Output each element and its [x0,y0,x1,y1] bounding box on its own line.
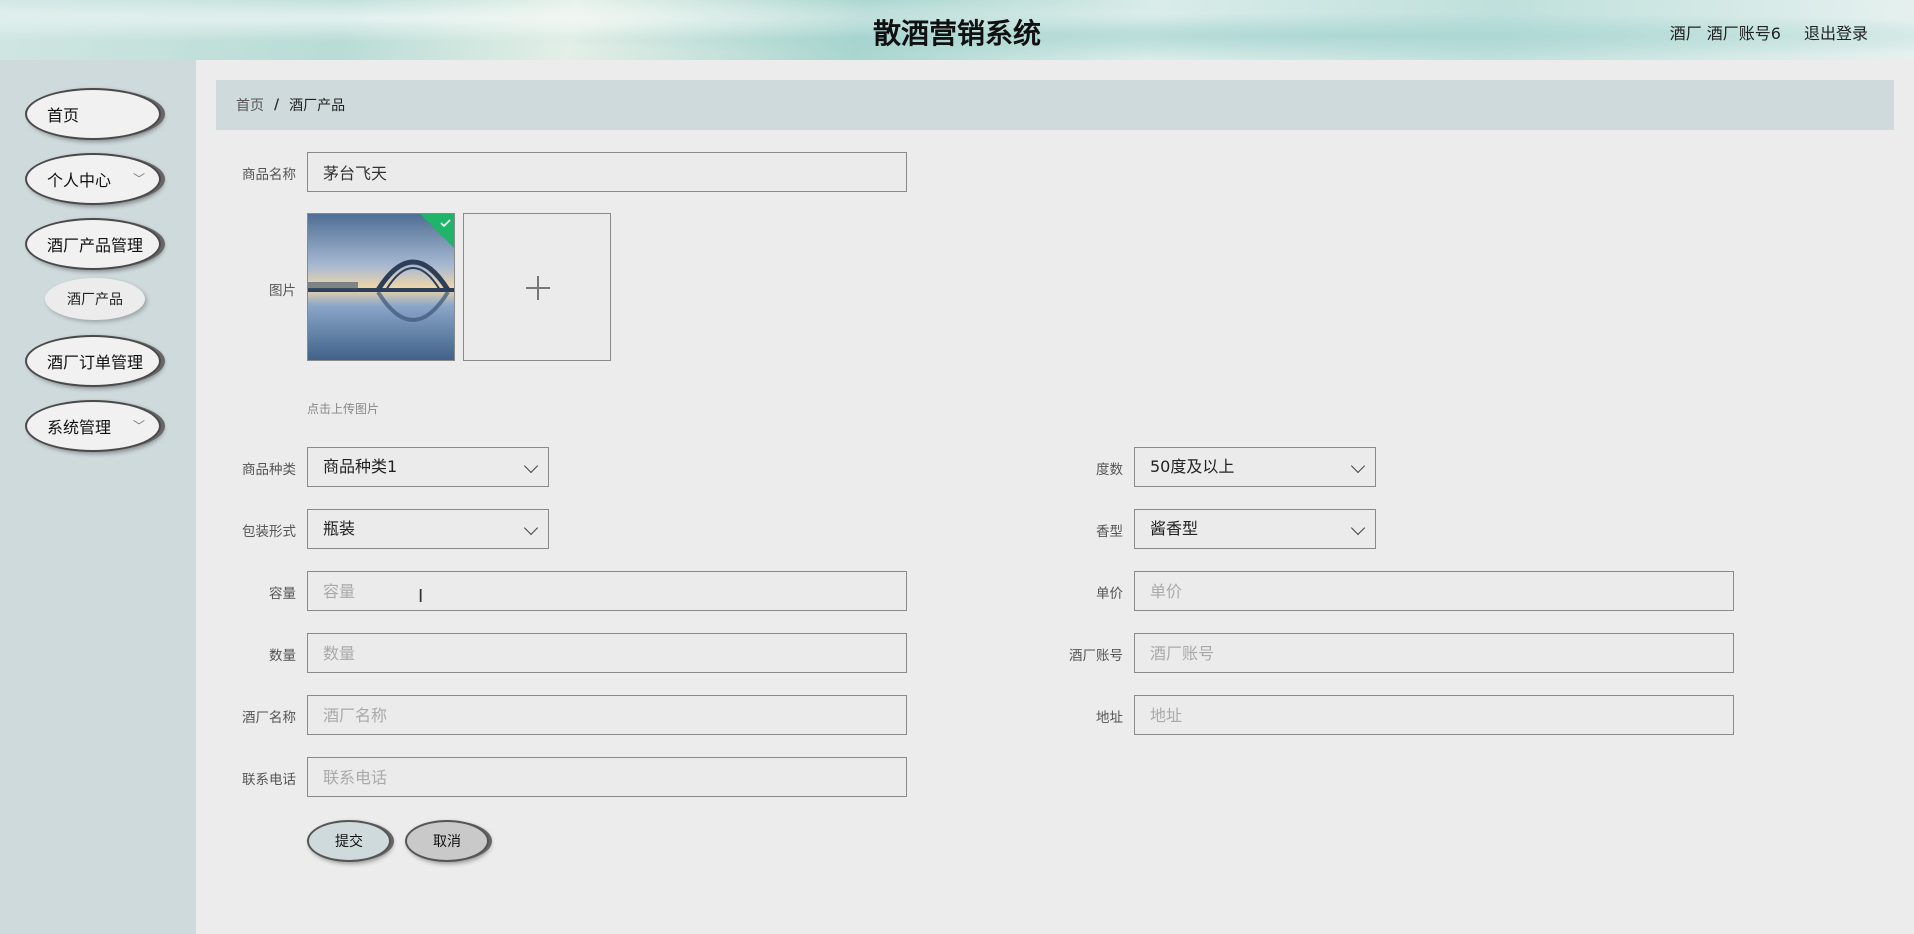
sidebar-subitem-products[interactable]: 酒厂产品 [45,278,145,320]
aroma-label: 香型 [1096,524,1123,540]
breadcrumb-home[interactable]: 首页 [236,95,264,115]
app-title: 散酒营销系统 [872,17,1041,50]
category-select[interactable]: 商品种类1 [307,447,549,487]
degree-select-value: 50度及以上 [1150,457,1235,476]
packaging-select[interactable]: 瓶装 [307,509,549,549]
current-user: 酒厂 酒厂账号6 [1669,24,1781,43]
cancel-button[interactable]: 取消 [405,820,489,862]
chevron-down-icon [523,520,539,536]
price-input[interactable] [1134,571,1734,611]
sidebar: 首页 个人中心 ﹀ 酒厂产品管理 酒厂产品 酒厂订单管理 系统管理 ﹀ [0,60,196,934]
quantity-label: 数量 [269,648,296,664]
sidebar-item-label: 个人中心 [47,171,112,190]
chevron-down-icon [1350,458,1366,474]
address-label: 地址 [1096,710,1123,726]
factory-name-input[interactable] [307,695,907,735]
upload-hint: 点击上传图片 [307,402,380,416]
degree-label: 度数 [1096,462,1123,478]
name-label: 商品名称 [242,167,296,183]
capacity-input[interactable] [307,571,907,611]
sidebar-item-product-management[interactable]: 酒厂产品管理 [25,218,161,270]
sidebar-subitem-label: 酒厂产品 [67,292,123,308]
sidebar-item-label: 酒厂产品管理 [47,236,144,255]
price-label: 单价 [1096,586,1123,602]
chevron-down-icon [1350,520,1366,536]
header-bar: 散酒营销系统 酒厂 酒厂账号6 退出登录 [0,0,1914,60]
chevron-down-icon: ﹀ [132,172,145,186]
sidebar-item-label: 系统管理 [47,418,112,437]
sidebar-item-label: 首页 [47,106,80,125]
phone-label: 联系电话 [242,772,296,788]
breadcrumb-current: 酒厂产品 [289,98,346,114]
sidebar-item-label: 酒厂订单管理 [47,353,144,372]
submit-button[interactable]: 提交 [307,820,391,862]
account-label: 酒厂账号 [1069,648,1123,664]
image-label: 图片 [269,283,296,299]
breadcrumb-separator: / [274,97,280,113]
sidebar-item-system[interactable]: 系统管理 ﹀ [25,400,161,452]
sidebar-item-home[interactable]: 首页 [25,88,161,140]
packaging-select-value: 瓶装 [323,519,356,538]
phone-input[interactable] [307,757,907,797]
category-select-value: 商品种类1 [323,457,398,476]
address-input[interactable] [1134,695,1734,735]
factory-name-label: 酒厂名称 [242,710,296,726]
bridge-photo [308,214,454,360]
account-input[interactable] [1134,633,1734,673]
packaging-label: 包装形式 [242,524,296,540]
sidebar-item-profile[interactable]: 个人中心 ﹀ [25,153,161,205]
chevron-down-icon [523,458,539,474]
capacity-label: 容量 [269,586,296,602]
category-label: 商品种类 [242,462,296,478]
degree-select[interactable]: 50度及以上 [1134,447,1376,487]
breadcrumb: 首页 / 酒厂产品 [216,80,1894,130]
aroma-select[interactable]: 酱香型 [1134,509,1376,549]
text-cursor-icon: I [418,586,424,607]
quantity-input[interactable] [307,633,907,673]
logout-link[interactable]: 退出登录 [1804,20,1868,44]
chevron-down-icon: ﹀ [132,419,145,433]
uploaded-image-thumbnail[interactable] [307,213,455,361]
sidebar-item-order-management[interactable]: 酒厂订单管理 [25,335,161,387]
name-input[interactable] [307,152,907,192]
image-upload-button[interactable] [463,213,611,361]
aroma-select-value: 酱香型 [1150,519,1199,538]
